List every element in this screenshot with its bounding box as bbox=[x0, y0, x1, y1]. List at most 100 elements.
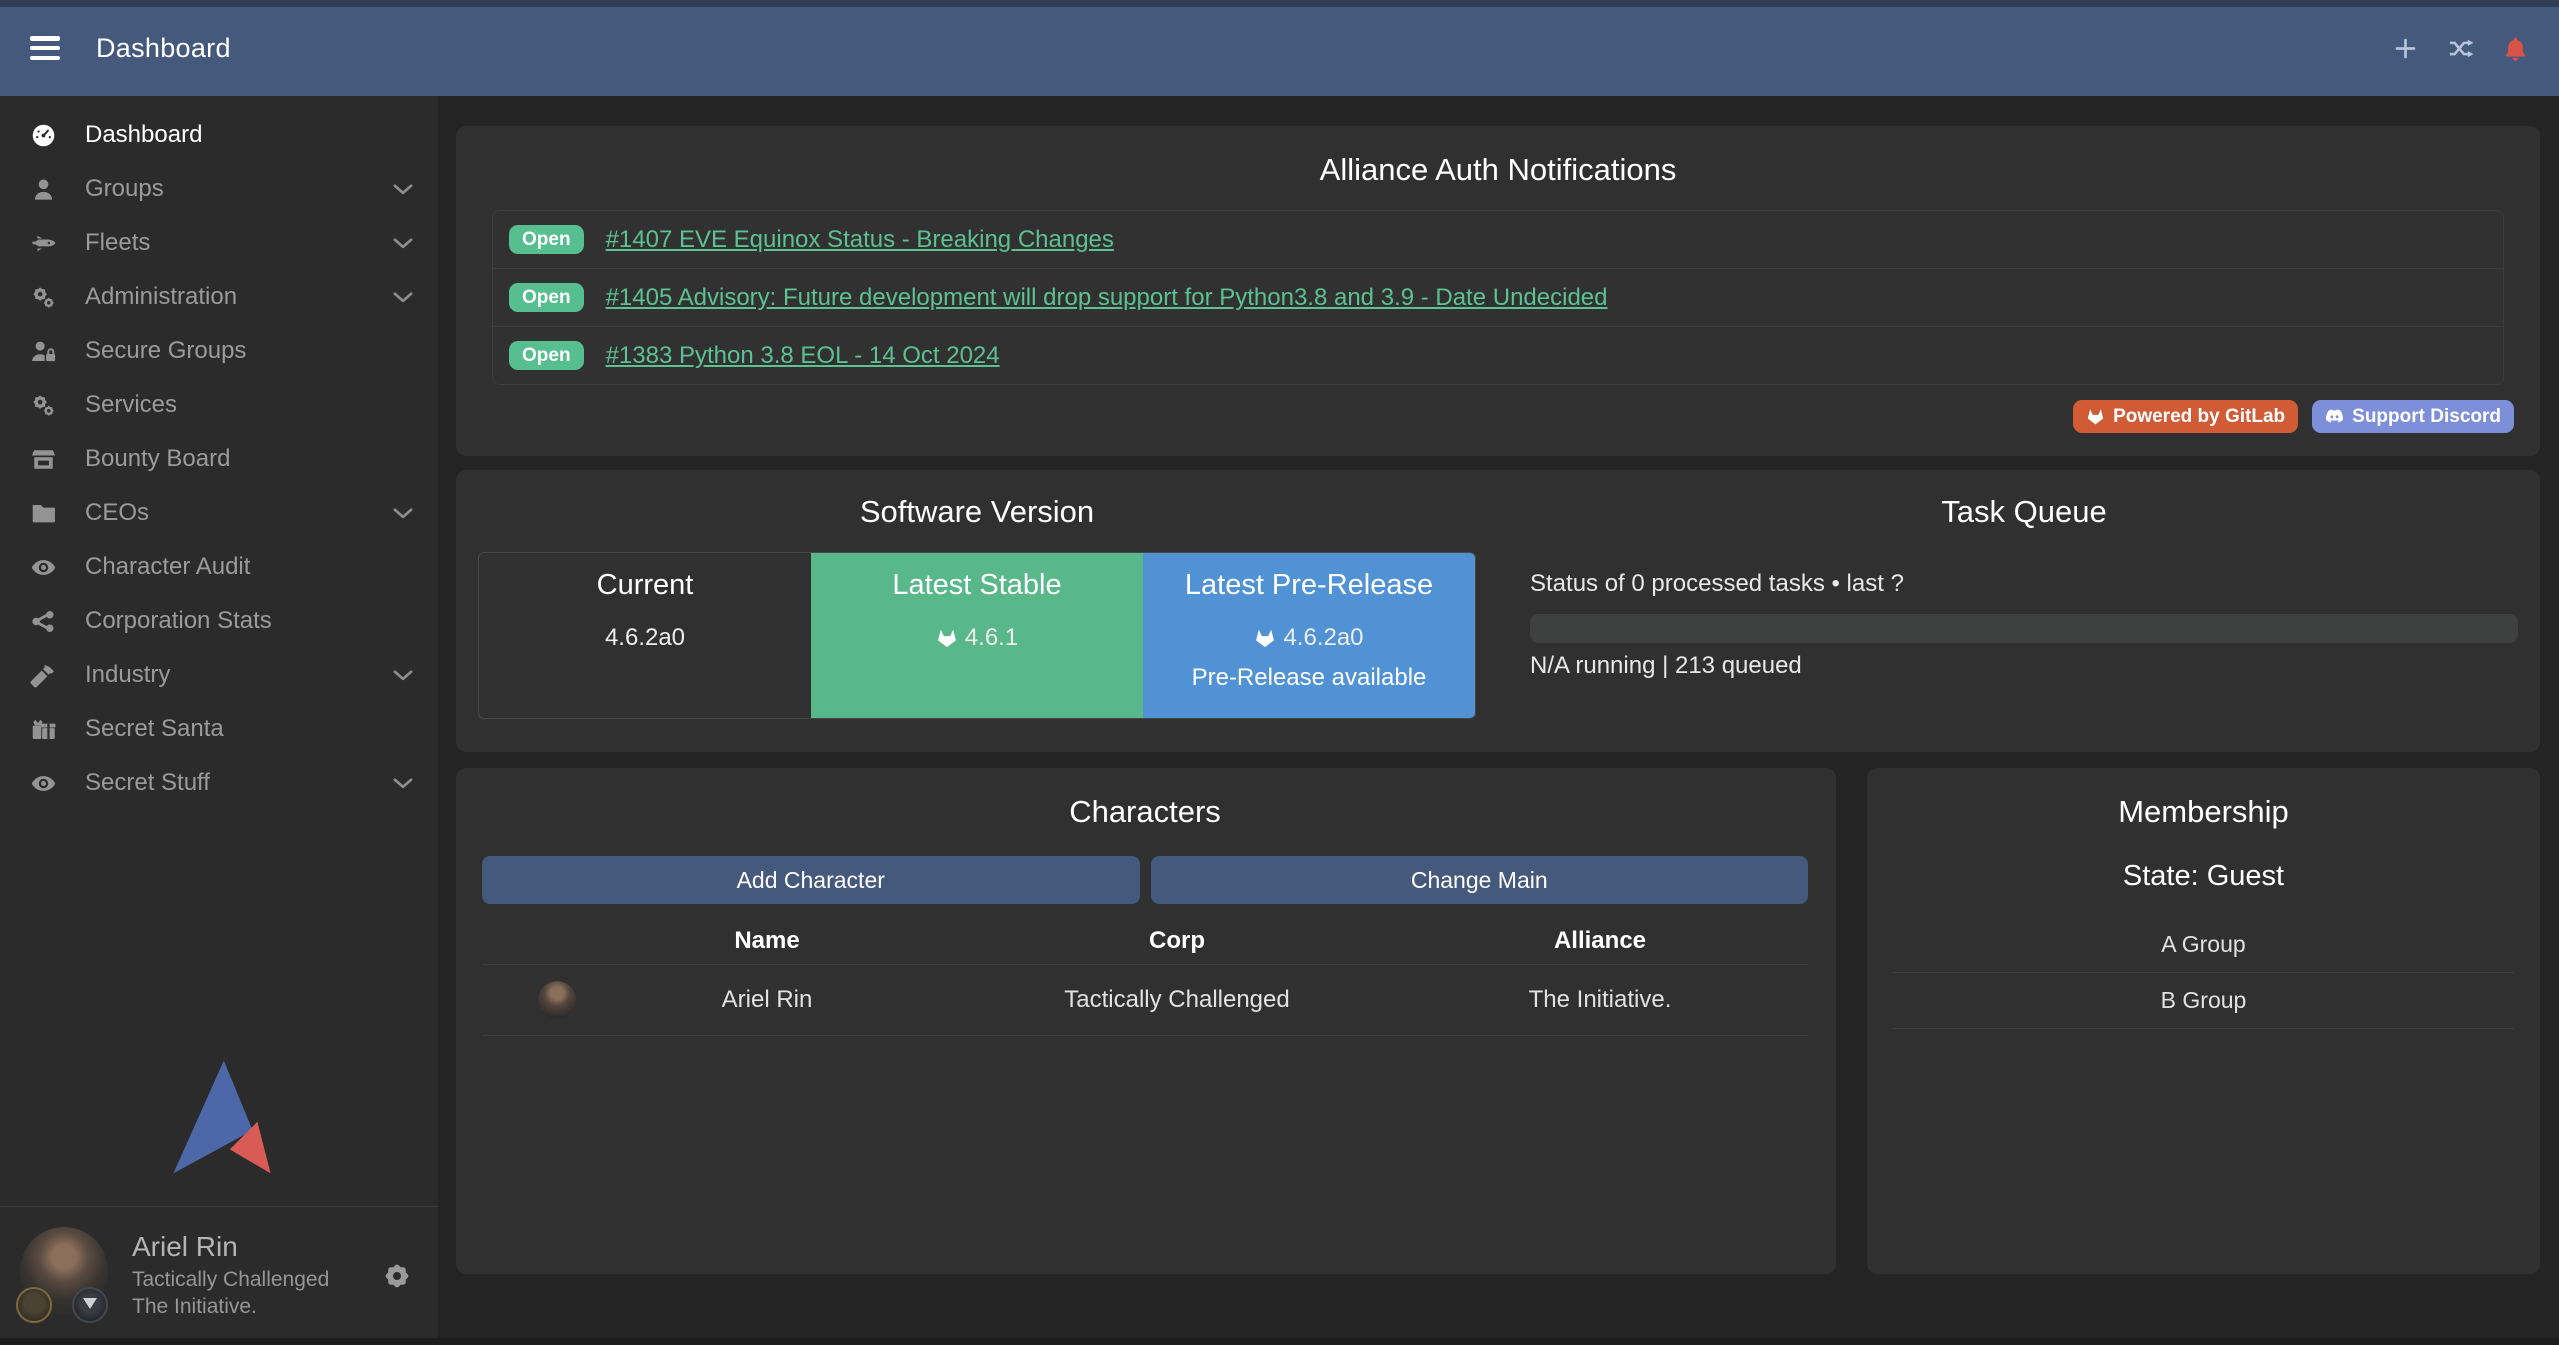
software-version-section: Software Version Current 4.6.2a0 Latest … bbox=[456, 494, 1498, 752]
notification-link[interactable]: #1405 Advisory: Future development will … bbox=[606, 284, 1608, 312]
user-lock-icon bbox=[30, 338, 57, 365]
change-main-button[interactable]: Change Main bbox=[1151, 856, 1809, 904]
chevron-down-icon bbox=[390, 662, 416, 688]
hamburger-menu-icon[interactable] bbox=[30, 36, 60, 60]
status-badge: Open bbox=[509, 225, 584, 254]
sidebar-item-fleets[interactable]: Fleets bbox=[0, 216, 438, 270]
page-title: Dashboard bbox=[96, 33, 231, 64]
sidebar-item-industry[interactable]: Industry bbox=[0, 648, 438, 702]
notifications-list: Open #1407 EVE Equinox Status - Breaking… bbox=[492, 210, 2504, 385]
share-icon bbox=[30, 608, 57, 635]
sidebar-item-dashboard[interactable]: Dashboard bbox=[0, 108, 438, 162]
change-main-shuffle-icon[interactable] bbox=[2447, 35, 2474, 62]
window-bottom-edge bbox=[0, 1338, 2559, 1345]
chevron-down-icon bbox=[390, 230, 416, 256]
sidebar-item-character-audit[interactable]: Character Audit bbox=[0, 540, 438, 594]
gear-icon[interactable] bbox=[382, 1261, 412, 1291]
gitlab-badge[interactable]: Powered by GitLab bbox=[2073, 400, 2298, 433]
eye-icon bbox=[30, 554, 57, 581]
characters-title: Characters bbox=[482, 794, 1808, 830]
header-alliance: Alliance bbox=[1392, 927, 1808, 955]
add-character-icon[interactable] bbox=[2392, 35, 2419, 62]
group-row: B Group bbox=[1893, 973, 2514, 1029]
notifications-bell-icon[interactable] bbox=[2502, 35, 2529, 62]
notifications-title: Alliance Auth Notifications bbox=[480, 152, 2516, 188]
cell-alliance: The Initiative. bbox=[1392, 986, 1808, 1014]
sidebar-nav: Dashboard Groups Fleets bbox=[0, 96, 438, 810]
notification-link[interactable]: #1383 Python 3.8 EOL - 14 Oct 2024 bbox=[606, 342, 1000, 370]
sidebar-item-label: Groups bbox=[85, 175, 164, 203]
folder-icon bbox=[30, 500, 57, 527]
chevron-down-icon bbox=[390, 500, 416, 526]
user-icon bbox=[30, 176, 57, 203]
user-panel: Ariel Rin Tactically Challenged The Init… bbox=[0, 1207, 438, 1345]
sidebar-item-secure-groups[interactable]: Secure Groups bbox=[0, 324, 438, 378]
hammer-icon bbox=[30, 662, 57, 689]
gitlab-tanuki-icon bbox=[1254, 627, 1276, 649]
top-navbar: Dashboard bbox=[0, 0, 2559, 96]
chevron-down-icon bbox=[390, 176, 416, 202]
sidebar-item-administration[interactable]: Administration bbox=[0, 270, 438, 324]
task-queue-section: Task Queue Status of 0 processed tasks •… bbox=[1498, 494, 2540, 752]
task-queue-status: Status of 0 processed tasks • last ? bbox=[1530, 570, 2518, 598]
gears-icon bbox=[30, 392, 57, 419]
gitlab-tanuki-icon bbox=[2086, 407, 2105, 426]
navbar-actions bbox=[2392, 35, 2529, 62]
user-avatar bbox=[20, 1227, 110, 1323]
sidebar-item-label: Character Audit bbox=[85, 553, 250, 581]
sidebar-footer: Ariel Rin Tactically Challenged The Init… bbox=[0, 1054, 438, 1345]
membership-title: Membership bbox=[1893, 794, 2514, 830]
software-version-task-queue-panel: Software Version Current 4.6.2a0 Latest … bbox=[456, 470, 2540, 752]
characters-table: Name Corp Alliance Ariel Rin Tactically … bbox=[482, 918, 1808, 1036]
version-current: Current 4.6.2a0 bbox=[479, 553, 811, 718]
shuttle-icon bbox=[30, 230, 57, 257]
membership-groups: A Group B Group bbox=[1893, 917, 2514, 1029]
eye-icon bbox=[30, 770, 57, 797]
alliance-auth-logo bbox=[0, 1054, 438, 1180]
discord-icon bbox=[2325, 407, 2344, 426]
table-row: Ariel Rin Tactically Challenged The Init… bbox=[482, 964, 1808, 1036]
discord-badge[interactable]: Support Discord bbox=[2312, 400, 2514, 433]
sidebar-item-label: Secret Stuff bbox=[85, 769, 210, 797]
characters-panel: Characters Add Character Change Main Nam… bbox=[456, 768, 1836, 1274]
user-alliance: The Initiative. bbox=[132, 1293, 329, 1321]
task-queue-progress-bar bbox=[1530, 614, 2518, 643]
sidebar-item-label: Fleets bbox=[85, 229, 150, 257]
characters-table-header: Name Corp Alliance bbox=[482, 918, 1808, 964]
gitlab-tanuki-icon bbox=[936, 627, 958, 649]
sidebar-item-secret-santa[interactable]: Secret Santa bbox=[0, 702, 438, 756]
sidebar-item-secret-stuff[interactable]: Secret Stuff bbox=[0, 756, 438, 810]
sidebar-item-services[interactable]: Services bbox=[0, 378, 438, 432]
sidebar: Dashboard Groups Fleets bbox=[0, 96, 438, 1345]
sidebar-item-label: Services bbox=[85, 391, 177, 419]
character-buttons: Add Character Change Main bbox=[482, 856, 1808, 904]
sidebar-item-label: Dashboard bbox=[85, 121, 202, 149]
sidebar-item-label: CEOs bbox=[85, 499, 149, 527]
main-content: Alliance Auth Notifications Open #1407 E… bbox=[438, 96, 2559, 1345]
chevron-down-icon bbox=[390, 770, 416, 796]
sidebar-item-bounty-board[interactable]: Bounty Board bbox=[0, 432, 438, 486]
header-name: Name bbox=[572, 927, 962, 955]
user-corp: Tactically Challenged bbox=[132, 1266, 329, 1294]
notification-link[interactable]: #1407 EVE Equinox Status - Breaking Chan… bbox=[606, 226, 1114, 254]
sidebar-item-groups[interactable]: Groups bbox=[0, 162, 438, 216]
sidebar-item-label: Secret Santa bbox=[85, 715, 224, 743]
user-info: Ariel Rin Tactically Challenged The Init… bbox=[132, 1229, 329, 1321]
gauge-icon bbox=[30, 122, 57, 149]
version-latest-prerelease: Latest Pre-Release 4.6.2a0 Pre-Release a… bbox=[1143, 553, 1475, 718]
add-character-button[interactable]: Add Character bbox=[482, 856, 1140, 904]
character-avatar bbox=[538, 981, 576, 1019]
version-latest-stable: Latest Stable 4.6.1 bbox=[811, 553, 1143, 718]
membership-state: State: Guest bbox=[1893, 860, 2514, 893]
notification-row: Open #1383 Python 3.8 EOL - 14 Oct 2024 bbox=[493, 327, 2503, 384]
cell-name: Ariel Rin bbox=[572, 986, 962, 1014]
sidebar-item-ceos[interactable]: CEOs bbox=[0, 486, 438, 540]
sidebar-item-label: Secure Groups bbox=[85, 337, 246, 365]
header-corp: Corp bbox=[962, 927, 1392, 955]
sidebar-item-corporation-stats[interactable]: Corporation Stats bbox=[0, 594, 438, 648]
bottom-row: Characters Add Character Change Main Nam… bbox=[456, 768, 2540, 1274]
group-row: A Group bbox=[1893, 917, 2514, 973]
gifts-icon bbox=[30, 716, 57, 743]
notification-row: Open #1407 EVE Equinox Status - Breaking… bbox=[493, 211, 2503, 269]
sidebar-item-label: Corporation Stats bbox=[85, 607, 272, 635]
